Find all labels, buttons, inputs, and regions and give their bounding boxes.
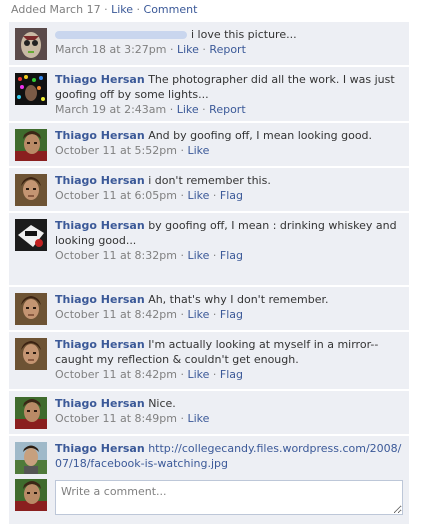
avatar[interactable] [15, 129, 47, 161]
comment-link[interactable]: Comment [144, 3, 198, 16]
comment-body: Thiago Hersan And by goofing off, I mean… [55, 128, 405, 143]
avatar[interactable] [15, 174, 47, 206]
report-link[interactable]: Report [209, 43, 245, 56]
comment-body: Thiago Hersan The photographer did all t… [55, 72, 405, 102]
flag-link[interactable]: Flag [220, 189, 243, 202]
separator: · [209, 249, 220, 262]
comment-content: Thiago Hersan Nice. October 11 at 8:49pm … [55, 396, 405, 426]
like-photo-link[interactable]: Like [111, 3, 133, 16]
comment-footer: October 11 at 8:42pm · Like · Flag [55, 307, 405, 322]
comment-author[interactable]: Thiago Hersan [55, 73, 145, 86]
separator: · [176, 308, 188, 321]
comment-footer: October 11 at 6:05pm · Like · Flag [55, 188, 405, 203]
like-link[interactable]: Like [187, 249, 209, 262]
comment-timestamp: October 11 at 8:42pm [55, 308, 177, 321]
comment-input[interactable] [55, 480, 403, 515]
avatar[interactable] [15, 28, 47, 60]
avatar[interactable] [15, 293, 47, 325]
comment-timestamp: October 11 at 5:52pm [55, 144, 177, 157]
like-link[interactable]: Like [187, 368, 209, 381]
comment-text: i don't remember this. [148, 174, 271, 187]
comment-body: Thiago Hersan Nice. [55, 396, 405, 411]
composer-avatar[interactable] [15, 479, 47, 511]
comment-body: Thiago Hersan I'm actually looking at my… [55, 337, 405, 367]
avatar[interactable] [15, 73, 47, 105]
photo-meta: Added March 17 · Like · Comment [11, 3, 198, 16]
comment-body: Thiago Hersan http://collegecandy.files.… [55, 441, 405, 471]
comment-body: Thiago Hersan by goofing off, I mean : d… [55, 218, 405, 248]
comment-footer: October 11 at 8:49pm · Like [55, 411, 405, 426]
separator: · [209, 189, 220, 202]
comment-content: Thiago Hersan I'm actually looking at my… [55, 337, 405, 382]
flag-link[interactable]: Flag [220, 368, 243, 381]
separator: · [198, 103, 210, 116]
comment-timestamp: October 11 at 8:42pm [55, 368, 177, 381]
separator: · [198, 43, 210, 56]
separator: · [176, 189, 188, 202]
separator: · [166, 103, 177, 116]
comment-footer: October 11 at 8:32pm · Like · Flag [55, 248, 405, 263]
comment-content: i love this picture... March 18 at 3:27pm… [55, 27, 405, 57]
comment-item: Thiago Hersan i don't remember this. Octo… [9, 168, 409, 212]
comment-author[interactable]: Thiago Hersan [55, 293, 145, 306]
like-link[interactable]: Like [187, 144, 209, 157]
avatar[interactable] [15, 219, 47, 251]
added-date: Added March 17 [11, 3, 101, 16]
comment-author[interactable]: Thiago Hersan [55, 219, 145, 232]
comment-item: Thiago Hersan Ah, that's why I don't rem… [9, 287, 409, 331]
flag-link[interactable]: Flag [220, 249, 243, 262]
comment-content: Thiago Hersan And by goofing off, I mean… [55, 128, 405, 158]
comment-footer: March 19 at 2:43am · Like · Report [55, 102, 405, 117]
like-link[interactable]: Like [177, 43, 199, 56]
separator: · [176, 412, 188, 425]
comment-author[interactable]: Thiago Hersan [55, 442, 145, 455]
like-link[interactable]: Like [187, 412, 209, 425]
comment-composer [9, 474, 409, 524]
comment-author[interactable]: Thiago Hersan [55, 129, 145, 142]
comment-text: Ah, that's why I don't remember. [148, 293, 329, 306]
comment-text: i love this picture... [191, 28, 297, 41]
comment-content: Thiago Hersan by goofing off, I mean : d… [55, 218, 405, 263]
comment-item: Thiago Hersan Nice. October 11 at 8:49pm … [9, 391, 409, 435]
separator: · [176, 249, 188, 262]
separator: · [176, 368, 188, 381]
comment-timestamp: October 11 at 8:32pm [55, 249, 177, 262]
separator: · [166, 43, 177, 56]
comment-body: i love this picture... [55, 27, 405, 42]
comment-item: Thiago Hersan I'm actually looking at my… [9, 332, 409, 390]
comment-author[interactable]: Thiago Hersan [55, 174, 145, 187]
report-link[interactable]: Report [209, 103, 245, 116]
separator: · [209, 308, 220, 321]
avatar[interactable] [15, 442, 47, 474]
comment-timestamp: March 18 at 3:27pm [55, 43, 167, 56]
comment-author[interactable]: Thiago Hersan [55, 397, 145, 410]
comment-content: Thiago Hersan The photographer did all t… [55, 72, 405, 117]
comment-item: i love this picture... March 18 at 3:27pm… [9, 22, 409, 66]
like-link[interactable]: Like [187, 308, 209, 321]
redacted-author-name [55, 31, 187, 39]
like-link[interactable]: Like [177, 103, 199, 116]
avatar[interactable] [15, 338, 47, 370]
comment-item: Thiago Hersan The photographer did all t… [9, 67, 409, 122]
comment-content: Thiago Hersan i don't remember this. Octo… [55, 173, 405, 203]
comment-item: Thiago Hersan by goofing off, I mean : d… [9, 213, 409, 286]
comment-item: Thiago Hersan And by goofing off, I mean… [9, 123, 409, 167]
comment-body: Thiago Hersan i don't remember this. [55, 173, 405, 188]
separator: · [209, 368, 220, 381]
comment-author[interactable]: Thiago Hersan [55, 338, 145, 351]
avatar[interactable] [15, 397, 47, 429]
comment-text: Nice. [148, 397, 176, 410]
comment-timestamp: October 11 at 6:05pm [55, 189, 177, 202]
comment-footer: March 18 at 3:27pm · Like · Report [55, 42, 405, 57]
comment-content: Thiago Hersan Ah, that's why I don't rem… [55, 292, 405, 322]
like-link[interactable]: Like [187, 189, 209, 202]
comment-timestamp: March 19 at 2:43am [55, 103, 167, 116]
comment-body: Thiago Hersan Ah, that's why I don't rem… [55, 292, 405, 307]
flag-link[interactable]: Flag [220, 308, 243, 321]
comment-footer: October 11 at 5:52pm · Like [55, 143, 405, 158]
comment-footer: October 11 at 8:42pm · Like · Flag [55, 367, 405, 382]
comment-timestamp: October 11 at 8:49pm [55, 412, 177, 425]
comment-text: And by goofing off, I mean looking good. [148, 129, 373, 142]
separator: · [176, 144, 188, 157]
